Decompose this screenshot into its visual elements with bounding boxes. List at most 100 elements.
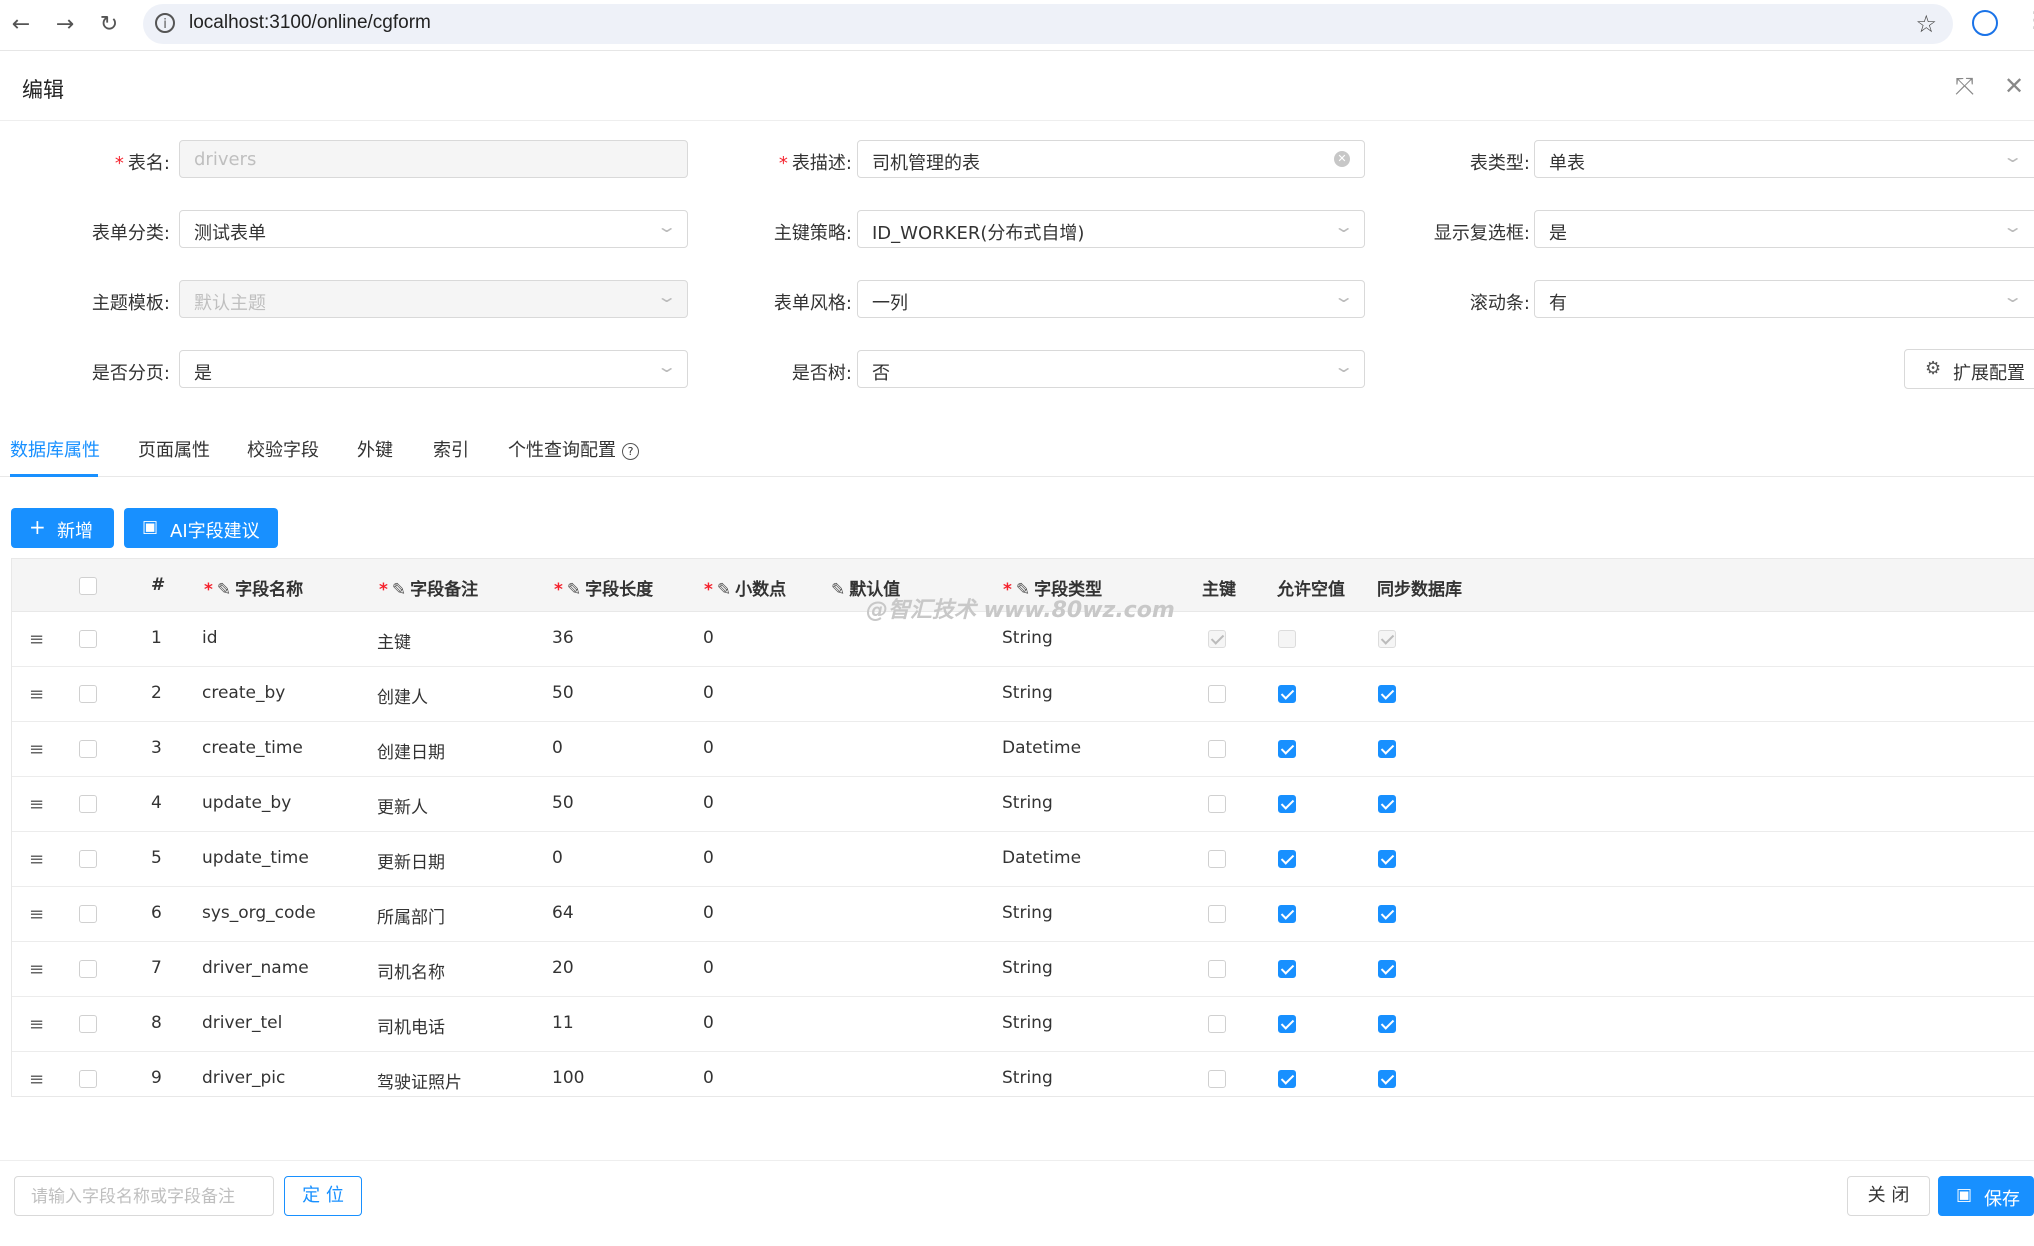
cell-decimal[interactable]: 0 <box>703 628 714 648</box>
row-select-checkbox[interactable] <box>79 630 97 648</box>
row-select-checkbox[interactable] <box>79 905 97 923</box>
cell-field-remark[interactable]: 创建人 <box>377 683 428 708</box>
primary-key-checkbox[interactable] <box>1208 1070 1226 1088</box>
tab-db-props[interactable]: 数据库属性 <box>10 436 100 462</box>
row-select-checkbox[interactable] <box>79 1015 97 1033</box>
cell-field-name[interactable]: update_by <box>202 793 291 813</box>
field-search-input[interactable] <box>29 1186 265 1208</box>
cell-field-length[interactable]: 100 <box>552 1068 584 1088</box>
nullable-checkbox[interactable] <box>1278 795 1296 813</box>
sync-db-checkbox[interactable] <box>1378 905 1396 923</box>
row-select-checkbox[interactable] <box>79 960 97 978</box>
primary-key-checkbox[interactable] <box>1208 685 1226 703</box>
browser-menu-icon[interactable]: ⋮ <box>2024 8 2034 33</box>
clear-input-icon[interactable]: ✕ <box>1334 151 1350 167</box>
show-checkbox-select[interactable]: 是 ⌄ <box>1534 210 2034 248</box>
tab-foreign-key[interactable]: 外键 <box>357 436 393 462</box>
cell-field-length[interactable]: 50 <box>552 683 574 703</box>
cell-field-remark[interactable]: 更新日期 <box>377 848 445 873</box>
drag-handle-icon[interactable]: ≡ <box>29 849 44 870</box>
ai-suggest-button[interactable]: ▣ AI字段建议 <box>124 508 278 548</box>
cell-field-name[interactable]: driver_name <box>202 958 309 978</box>
cell-field-type[interactable]: String <box>1002 683 1053 703</box>
sync-db-checkbox[interactable] <box>1378 685 1396 703</box>
drag-handle-icon[interactable]: ≡ <box>29 794 44 815</box>
drag-handle-icon[interactable]: ≡ <box>29 629 44 650</box>
url-text[interactable]: localhost:3100/online/cgform <box>189 12 431 34</box>
nullable-checkbox[interactable] <box>1278 905 1296 923</box>
drag-handle-icon[interactable]: ≡ <box>29 904 44 925</box>
nullable-checkbox[interactable] <box>1278 850 1296 868</box>
cell-field-length[interactable]: 20 <box>552 958 574 978</box>
nullable-checkbox[interactable] <box>1278 1070 1296 1088</box>
drag-handle-icon[interactable]: ≡ <box>29 684 44 705</box>
sync-db-checkbox[interactable] <box>1378 850 1396 868</box>
cell-field-name[interactable]: driver_pic <box>202 1068 285 1088</box>
cell-field-type[interactable]: String <box>1002 1068 1053 1088</box>
cell-decimal[interactable]: 0 <box>703 903 714 923</box>
cell-field-type[interactable]: String <box>1002 958 1053 978</box>
form-style-select[interactable]: 一列 ⌄ <box>857 280 1365 318</box>
scrollbar-select[interactable]: 有 ⌄ <box>1534 280 2034 318</box>
site-info-icon[interactable]: i <box>155 13 175 33</box>
row-select-checkbox[interactable] <box>79 850 97 868</box>
tab-index[interactable]: 索引 <box>433 436 469 462</box>
drag-handle-icon[interactable]: ≡ <box>29 739 44 760</box>
cell-field-name[interactable]: create_time <box>202 738 303 758</box>
primary-key-checkbox[interactable] <box>1208 740 1226 758</box>
cell-decimal[interactable]: 0 <box>703 683 714 703</box>
table-type-select[interactable]: 单表 ⌄ <box>1534 140 2034 178</box>
cell-field-remark[interactable]: 主键 <box>377 628 411 653</box>
sync-db-checkbox[interactable] <box>1378 740 1396 758</box>
cell-field-type[interactable]: Datetime <box>1002 848 1081 868</box>
back-icon[interactable]: ← <box>4 8 38 42</box>
paging-select[interactable]: 是 ⌄ <box>179 350 688 388</box>
drag-handle-icon[interactable]: ≡ <box>29 1069 44 1090</box>
address-bar[interactable]: i localhost:3100/online/cgform ☆ <box>143 4 1953 44</box>
primary-key-checkbox[interactable] <box>1208 960 1226 978</box>
cell-field-name[interactable]: create_by <box>202 683 285 703</box>
nullable-checkbox[interactable] <box>1278 1015 1296 1033</box>
row-select-checkbox[interactable] <box>79 795 97 813</box>
drag-handle-icon[interactable]: ≡ <box>29 959 44 980</box>
bookmark-star-icon[interactable]: ☆ <box>1915 10 1937 38</box>
fullscreen-icon[interactable]: ⤧ <box>1955 72 1974 100</box>
close-button[interactable]: 关 闭 <box>1847 1176 1930 1216</box>
close-icon[interactable]: ✕ <box>2004 72 2024 100</box>
cell-field-type[interactable]: String <box>1002 1013 1053 1033</box>
select-all-checkbox[interactable] <box>79 577 97 595</box>
is-tree-select[interactable]: 否 ⌄ <box>857 350 1365 388</box>
cell-field-length[interactable]: 0 <box>552 848 563 868</box>
tab-query-config[interactable]: 个性查询配置? <box>508 436 639 462</box>
profile-avatar-icon[interactable] <box>1972 10 1998 36</box>
drag-handle-icon[interactable]: ≡ <box>29 1014 44 1035</box>
form-category-select[interactable]: 测试表单 ⌄ <box>179 210 688 248</box>
cell-field-remark[interactable]: 创建日期 <box>377 738 445 763</box>
sync-db-checkbox[interactable] <box>1378 1070 1396 1088</box>
primary-key-checkbox[interactable] <box>1208 850 1226 868</box>
cell-field-type[interactable]: String <box>1002 793 1053 813</box>
table-desc-input[interactable]: 司机管理的表 ✕ <box>857 140 1365 178</box>
primary-key-checkbox[interactable] <box>1208 905 1226 923</box>
cell-field-remark[interactable]: 更新人 <box>377 793 428 818</box>
cell-field-remark[interactable]: 驾驶证照片 <box>377 1068 462 1093</box>
cell-decimal[interactable]: 0 <box>703 738 714 758</box>
cell-decimal[interactable]: 0 <box>703 848 714 868</box>
nullable-checkbox[interactable] <box>1278 685 1296 703</box>
locate-button[interactable]: 定 位 <box>284 1176 362 1216</box>
cell-field-remark[interactable]: 司机名称 <box>377 958 445 983</box>
tab-page-props[interactable]: 页面属性 <box>138 436 210 462</box>
cell-field-type[interactable]: String <box>1002 628 1053 648</box>
cell-decimal[interactable]: 0 <box>703 793 714 813</box>
add-button[interactable]: + 新增 <box>11 508 114 548</box>
cell-field-name[interactable]: id <box>202 628 218 648</box>
row-select-checkbox[interactable] <box>79 740 97 758</box>
cell-field-remark[interactable]: 司机电话 <box>377 1013 445 1038</box>
cell-field-length[interactable]: 50 <box>552 793 574 813</box>
cell-field-length[interactable]: 0 <box>552 738 563 758</box>
ext-config-button[interactable]: ⚙ 扩展配置 <box>1904 349 2034 389</box>
row-select-checkbox[interactable] <box>79 685 97 703</box>
cell-field-name[interactable]: driver_tel <box>202 1013 282 1033</box>
nullable-checkbox[interactable] <box>1278 740 1296 758</box>
save-button[interactable]: ▣ 保存 <box>1938 1176 2034 1216</box>
